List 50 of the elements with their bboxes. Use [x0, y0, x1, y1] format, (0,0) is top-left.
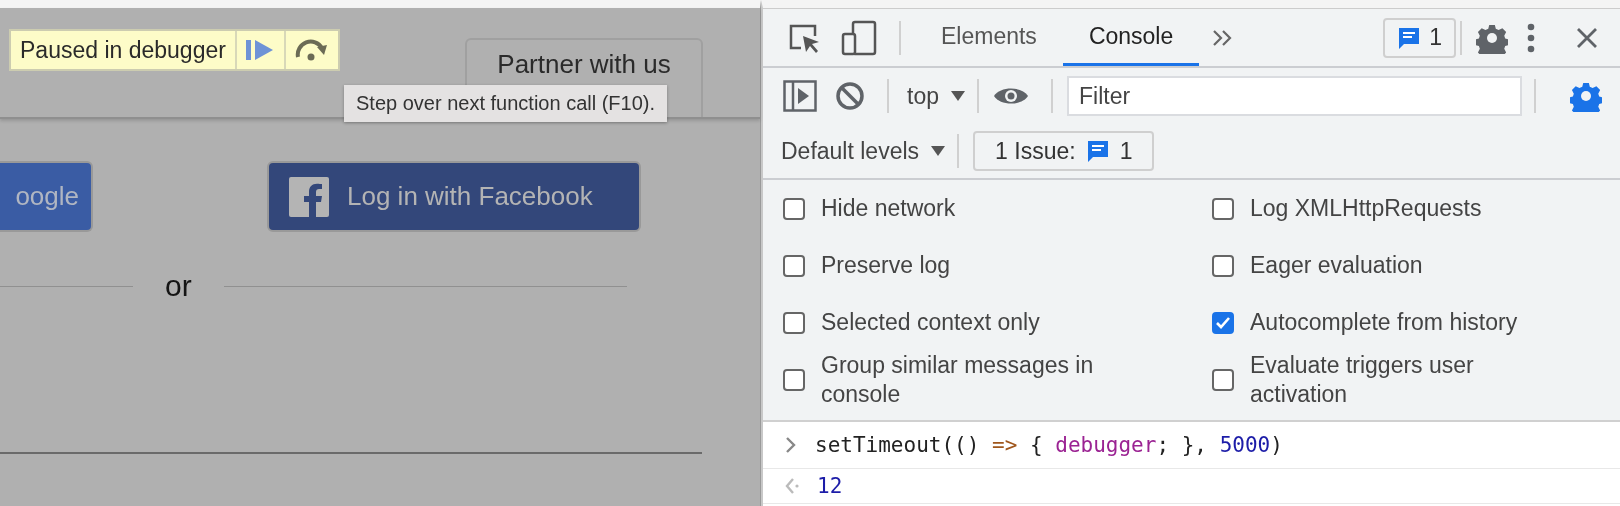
code-token: ; }, [1156, 433, 1208, 457]
code-token: debugger [1055, 433, 1157, 457]
code-token: 5000 [1219, 433, 1271, 457]
facebook-login-button[interactable]: Log in with Facebook [267, 161, 641, 232]
or-divider-text: or [165, 269, 192, 303]
setting-label: Selected context only [821, 308, 1041, 337]
sidebar-icon[interactable] [783, 80, 817, 112]
message-icon [1085, 139, 1110, 163]
setting-label: Group similar messages in console [821, 350, 1095, 409]
more-options-icon[interactable] [1526, 22, 1536, 53]
messages-badge[interactable]: 1 [1383, 17, 1456, 58]
facebook-icon [289, 176, 329, 217]
device-toolbar-icon[interactable] [841, 19, 877, 56]
checkbox[interactable] [1212, 254, 1234, 277]
prompt-icon [785, 436, 797, 454]
checkbox[interactable] [783, 197, 805, 220]
dropdown-caret-icon [931, 146, 946, 156]
setting-label: Eager evaluation [1250, 251, 1424, 280]
setting-label: Autocomplete from history [1250, 308, 1519, 337]
devtools-tab[interactable]: Elements [915, 9, 1063, 66]
console-settings-icon[interactable] [1570, 80, 1602, 112]
result-arrow-icon [785, 477, 799, 495]
log-levels-dropdown[interactable]: Default levels [777, 137, 954, 165]
message-icon [1397, 25, 1422, 50]
code-token: 12 [817, 474, 843, 498]
resume-icon [246, 39, 275, 61]
checkbox[interactable] [783, 254, 805, 277]
setting-label: Preserve log [821, 251, 952, 280]
devtools-tab[interactable]: Console [1062, 9, 1200, 66]
code-token: ) [1270, 433, 1283, 457]
close-icon[interactable] [1576, 26, 1598, 49]
checkbox[interactable] [1212, 197, 1234, 220]
dropdown-caret-icon [951, 91, 965, 101]
issues-button[interactable]: 1 Issue: 1 [973, 131, 1155, 171]
code-token: => [992, 433, 1018, 457]
checkbox[interactable] [1212, 311, 1234, 334]
clear-console-icon[interactable] [835, 81, 865, 111]
setting-label: Evaluate triggers user activation [1250, 350, 1475, 409]
setting-label: Hide network [821, 194, 957, 223]
code-token: { [1028, 433, 1044, 457]
check-icon [1215, 315, 1231, 330]
code-token: setTimeout(() [815, 433, 981, 457]
context-dropdown[interactable]: top [903, 82, 973, 110]
checkbox[interactable] [1212, 368, 1234, 391]
setting-label: Log XMLHttpRequests [1250, 194, 1483, 223]
checkbox[interactable] [783, 311, 805, 334]
checkbox[interactable] [783, 368, 805, 391]
tooltip: Step over next function call (F10). [344, 85, 668, 122]
filter-input[interactable]: Filter [1067, 76, 1522, 116]
step-over-icon [294, 39, 329, 61]
